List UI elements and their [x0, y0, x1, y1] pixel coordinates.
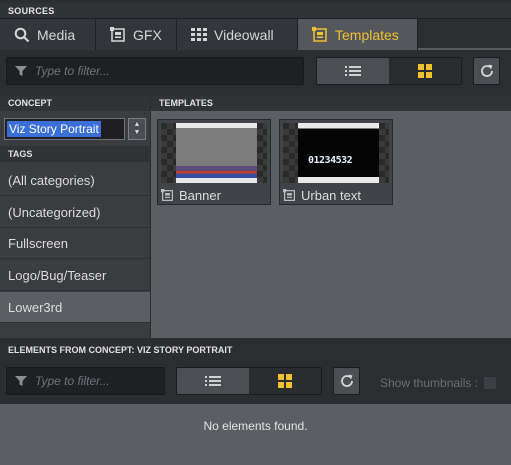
grid-view-icon — [418, 64, 432, 78]
urban-preview-text: 01234532 — [308, 155, 353, 166]
grid-view-icon — [278, 374, 292, 388]
tag-item[interactable]: (Uncategorized) — [0, 197, 150, 228]
tag-item[interactable]: Logo/Bug/Teaser — [0, 260, 150, 291]
tab-gfx[interactable]: GFX — [96, 19, 177, 50]
tab-label: GFX — [133, 26, 162, 43]
tab-label: Templates — [335, 26, 399, 43]
tab-label: Media — [37, 26, 76, 43]
template-name: Banner — [179, 187, 221, 203]
elements-header: ELEMENTS FROM CONCEPT: VIZ STORY PORTRAI… — [0, 342, 511, 358]
refresh-icon — [480, 64, 493, 77]
empty-message: No elements found. — [203, 419, 308, 433]
banner-preview — [176, 123, 257, 183]
elements-list — [0, 404, 511, 465]
chevron-down-icon: ▼ — [133, 129, 141, 136]
elements-refresh-button[interactable] — [333, 367, 360, 395]
concept-dropdown[interactable]: Viz Story Portrait — [4, 118, 125, 140]
chevron-up-icon: ▲ — [133, 121, 141, 128]
tab-videowall[interactable]: Videowall — [177, 19, 298, 50]
concept-spinner[interactable]: ▲ ▼ — [128, 118, 146, 140]
template-card-urban-text[interactable]: 01234532 Urban text — [279, 119, 393, 205]
elements-view-toggle — [176, 367, 322, 395]
sources-header: SOURCES — [0, 3, 511, 19]
list-view-button[interactable] — [177, 368, 249, 394]
refresh-button[interactable] — [473, 57, 500, 85]
show-thumbnails-label: Show thumbnails : — [380, 376, 479, 390]
source-tabs: Media GFX Videowall Templates — [0, 19, 511, 50]
concept-header: CONCEPT — [0, 96, 150, 111]
filter-icon — [15, 376, 27, 386]
grid-view-button[interactable] — [249, 368, 321, 394]
list-icon — [205, 376, 221, 386]
grid-view-button[interactable] — [389, 58, 461, 84]
tab-templates[interactable]: Templates — [298, 19, 418, 50]
templates-header: TEMPLATES — [151, 96, 511, 111]
template-icon — [161, 188, 173, 201]
template-card-label: Banner — [161, 186, 221, 204]
tag-item[interactable]: (All categories) — [0, 165, 150, 196]
template-icon — [312, 26, 327, 42]
grid-icon — [191, 27, 207, 41]
tag-item-selected[interactable]: Lower3rd — [0, 292, 150, 323]
view-mode-toggle — [316, 57, 462, 85]
filter-icon — [15, 66, 27, 76]
tab-label: Videowall — [214, 26, 274, 43]
concept-value: Viz Story Portrait — [7, 121, 101, 137]
urban-text-preview: 01234532 — [298, 123, 379, 183]
tag-item[interactable]: Fullscreen — [0, 228, 150, 259]
template-card-label: Urban text — [283, 186, 361, 204]
show-thumbnails-toggle: Show thumbnails : — [380, 376, 498, 390]
template-filter-input[interactable] — [35, 64, 235, 78]
concept-selector: Viz Story Portrait ▲ ▼ — [4, 118, 146, 140]
elements-filter-input[interactable] — [35, 374, 155, 388]
show-thumbnails-checkbox[interactable] — [483, 376, 498, 390]
template-card-banner[interactable]: Banner — [157, 119, 271, 205]
list-icon — [345, 66, 361, 76]
refresh-icon — [340, 374, 353, 387]
template-icon — [283, 188, 295, 201]
tab-media[interactable]: Media — [0, 19, 96, 50]
template-name: Urban text — [301, 187, 361, 203]
search-icon — [14, 27, 30, 42]
template-thumbnail — [161, 123, 267, 183]
gfx-icon — [110, 26, 125, 42]
tags-header: TAGS — [0, 146, 150, 162]
template-filter-field[interactable] — [6, 57, 304, 85]
elements-filter-field[interactable] — [6, 367, 165, 395]
list-view-button[interactable] — [317, 58, 389, 84]
template-thumbnail: 01234532 — [283, 123, 389, 183]
